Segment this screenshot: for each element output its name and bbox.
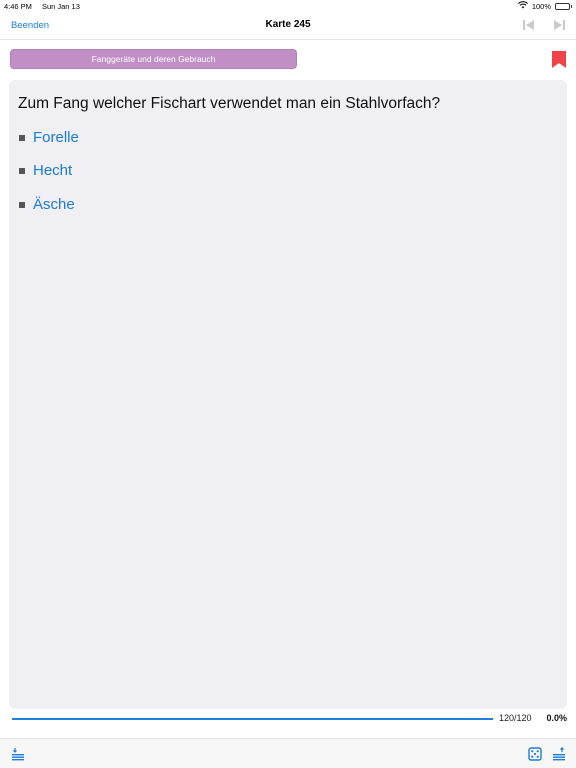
previous-card-icon[interactable] bbox=[522, 19, 536, 31]
wifi-icon bbox=[517, 1, 528, 11]
stack-icon[interactable] bbox=[11, 747, 25, 766]
bookmark-icon[interactable] bbox=[551, 50, 567, 74]
answer-label: Hecht bbox=[33, 162, 73, 179]
status-date: Sun Jan 13 bbox=[41, 2, 80, 11]
progress-percent: 0.0% bbox=[546, 713, 567, 723]
answer-option-1[interactable]: Forelle bbox=[19, 128, 79, 146]
battery-percent: 100% bbox=[531, 1, 551, 11]
bottom-toolbar bbox=[0, 738, 576, 768]
answer-option-3[interactable]: Äsche bbox=[19, 195, 79, 213]
question-text: Zum Fang welcher Fischart verwendet man … bbox=[18, 95, 441, 112]
stack-icon[interactable] bbox=[552, 747, 566, 766]
page-title: Karte 245 bbox=[265, 19, 311, 30]
bullet-icon bbox=[19, 134, 25, 141]
dice-icon[interactable] bbox=[528, 747, 542, 766]
answer-option-2[interactable]: Hecht bbox=[19, 162, 79, 180]
answer-label: Forelle bbox=[33, 128, 79, 146]
navigation-bar: Beenden Karte 245 bbox=[0, 12, 576, 40]
question-card: Zum Fang welcher Fischart verwendet man … bbox=[9, 80, 567, 709]
next-card-icon[interactable] bbox=[552, 19, 566, 31]
progress-count: 120/120 bbox=[499, 713, 532, 723]
answer-label: Äsche bbox=[33, 195, 75, 213]
answer-list: Forelle Hecht Äsche bbox=[19, 128, 79, 229]
progress-fill bbox=[12, 718, 493, 720]
battery-icon bbox=[555, 2, 572, 10]
progress-bar bbox=[12, 718, 493, 720]
category-badge: Fanggeräte und deren Gebrauch bbox=[10, 49, 297, 69]
status-bar: 4:46 PM Sun Jan 13 100% bbox=[0, 0, 576, 12]
bullet-icon bbox=[19, 168, 25, 174]
status-time: 4:46 PM bbox=[4, 2, 32, 11]
bullet-icon bbox=[19, 201, 25, 208]
app-window: 4:46 PM Sun Jan 13 100% Beenden Karte 24… bbox=[0, 0, 576, 768]
